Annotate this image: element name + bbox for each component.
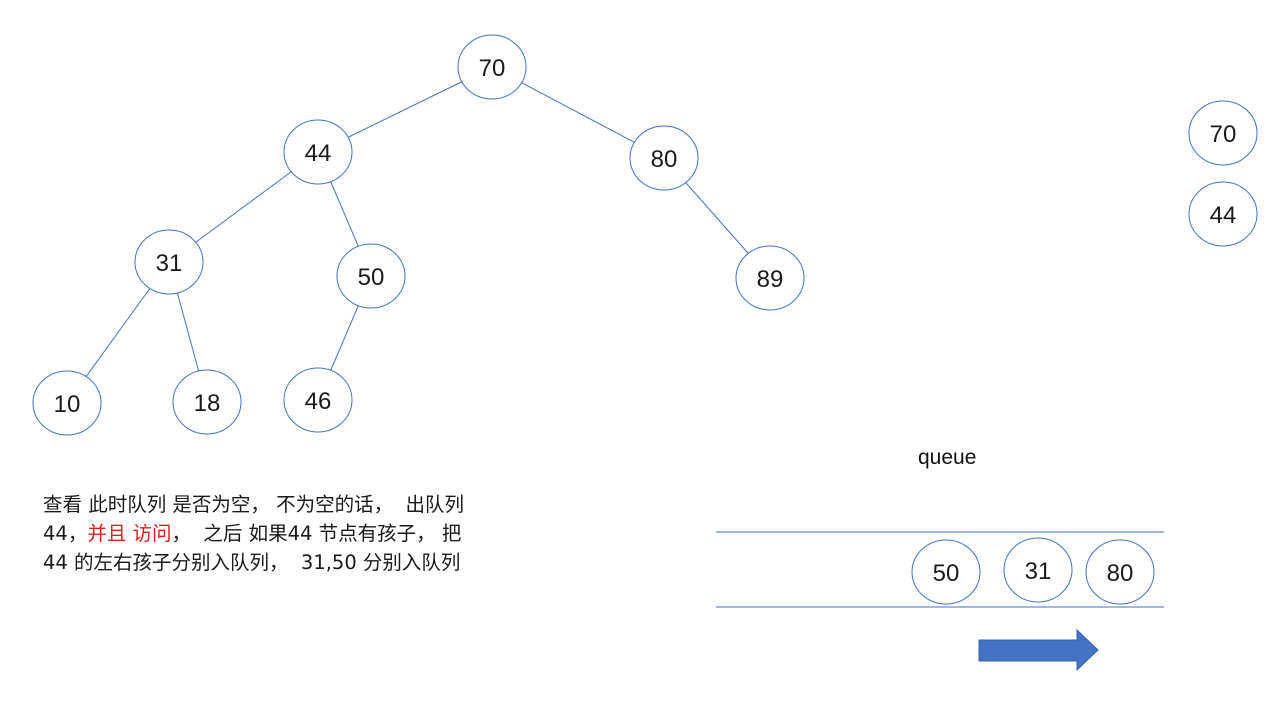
tree-edge	[685, 182, 749, 254]
description-line-1: 查看 此时队列 是否为空， 不为空的话， 出队列	[43, 493, 464, 516]
queue-item-label: 50	[933, 560, 960, 587]
queue-item-label: 31	[1025, 558, 1052, 585]
tree-node-label: 10	[54, 391, 81, 418]
tree-node-label: 44	[305, 140, 332, 167]
description-line-3: 44 的左右孩子分别入队列， 31,50 分别入队列	[43, 551, 461, 574]
tree-edge	[330, 305, 359, 371]
description-line-2b: ， 之后 如果44 节点有孩子， 把	[171, 522, 462, 545]
tree-edge	[85, 288, 151, 377]
tree-node-label: 18	[194, 390, 221, 417]
tree-edge	[176, 292, 200, 372]
tree-edge	[347, 81, 463, 138]
tree-node-label: 50	[358, 264, 385, 291]
tree-edge	[330, 181, 359, 247]
queue-item-label: 80	[1107, 560, 1134, 587]
tree-edge	[195, 171, 292, 243]
dequeue-arrow-icon	[978, 628, 1099, 672]
queue-label: queue	[918, 446, 977, 469]
tree-node-label: 70	[479, 55, 506, 82]
visited-node-label: 70	[1210, 121, 1237, 148]
tree-node-label: 80	[651, 146, 678, 173]
tree-node-label: 89	[757, 266, 784, 293]
visited-node-label: 44	[1210, 202, 1237, 229]
description-text: 查看 此时队列 是否为空， 不为空的话， 出队列 44，并且 访问， 之后 如果…	[43, 490, 603, 577]
tree-edge	[521, 82, 635, 143]
description-highlight: 并且 访问	[87, 522, 172, 545]
tree-node-label: 31	[156, 250, 183, 277]
tree-node-label: 46	[305, 388, 332, 415]
tree-diagram: 70 44 80 31 50 89 10 18 46 70 44 50 31 80	[32, 34, 1258, 672]
description-line-2a: 44，	[43, 522, 88, 545]
